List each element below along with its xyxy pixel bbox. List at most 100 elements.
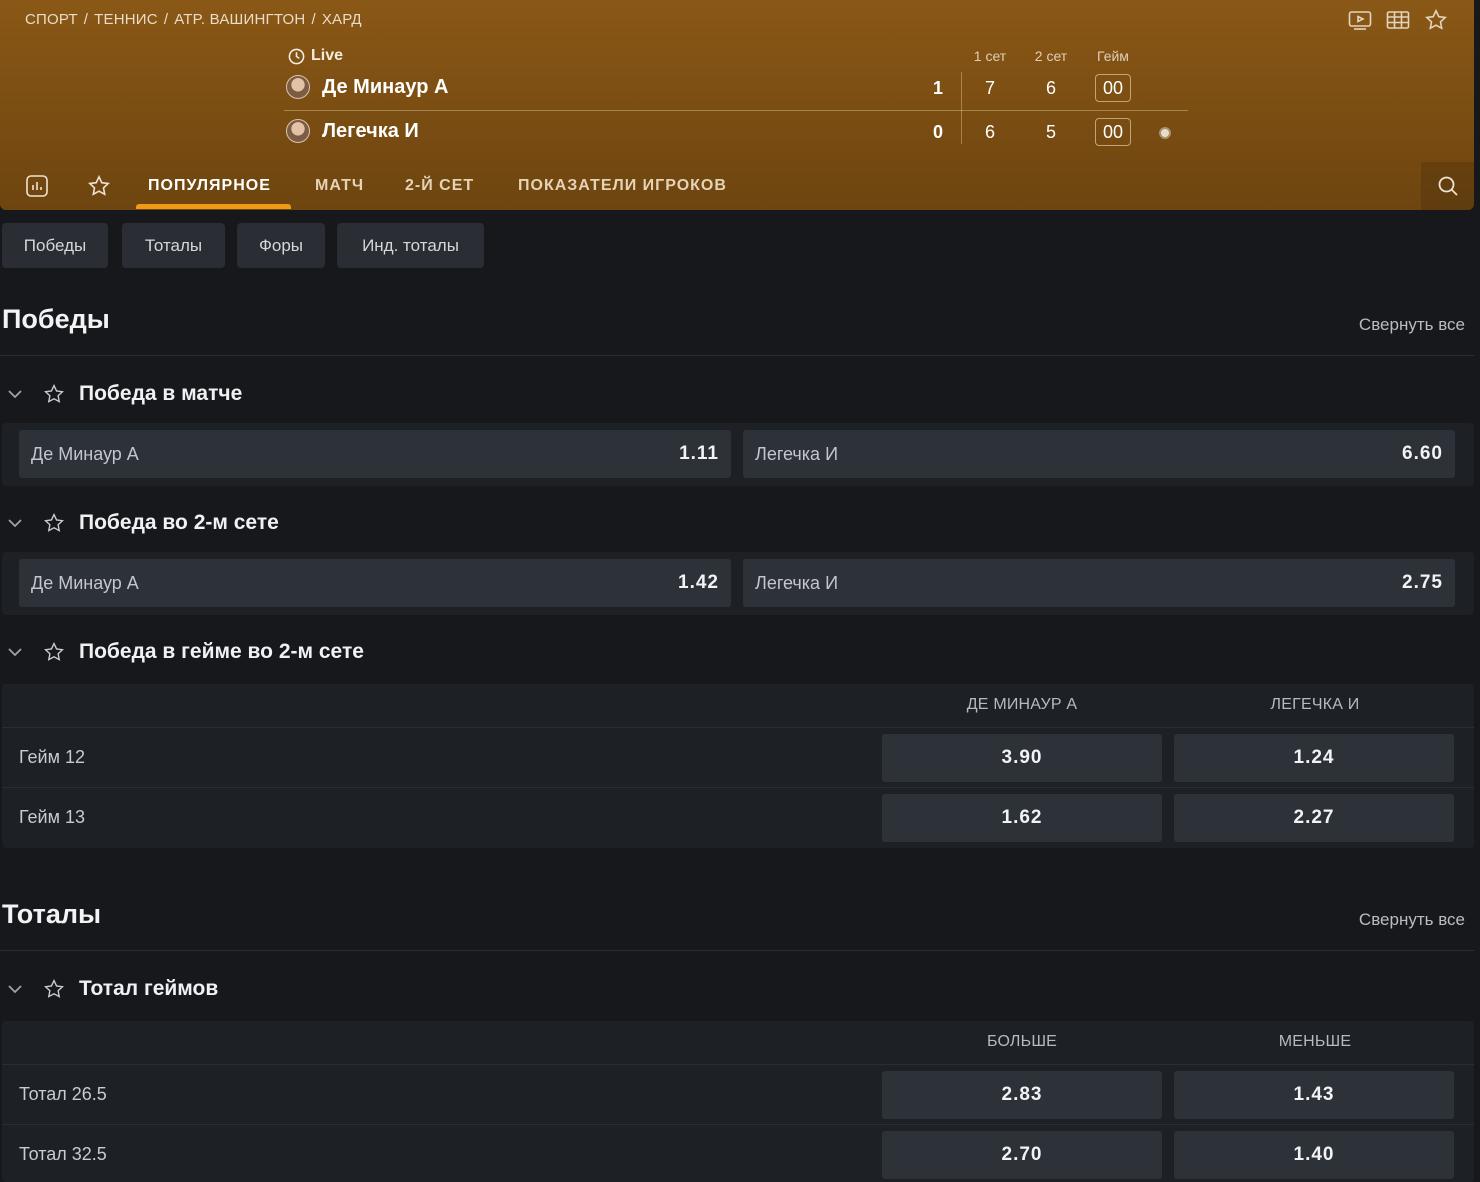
odd-button[interactable]: 1.62 [882,794,1162,842]
chevron-down-icon[interactable] [5,979,25,999]
row-label: Тотал 26.5 [19,1084,107,1104]
collapse-all-button[interactable]: Свернуть все [1359,315,1465,335]
market-header-match-winner[interactable]: Победа в матче [0,369,1474,419]
column-header: ДЕ МИНАУР А [966,696,1078,713]
breadcrumb-surface[interactable]: ХАРД [322,11,362,28]
star-icon[interactable] [43,978,65,1000]
live-status: Live [288,47,343,65]
row-label: Гейм 13 [19,807,86,827]
chevron-down-icon[interactable] [5,642,25,662]
odd-label: Легечка И [755,443,839,464]
video-icon[interactable] [1348,8,1372,32]
avatar [286,75,310,99]
chip-individual-totals[interactable]: Инд. тоталы [337,223,484,268]
search-icon [1438,176,1458,196]
breadcrumb-tournament[interactable]: ATP. ВАШИНГТОН [174,11,305,28]
odd-label: Легечка И [755,572,839,593]
odd-label: Де Минаур А [31,443,139,464]
chip-wins[interactable]: Победы [2,223,108,268]
chip-totals[interactable]: Тоталы [122,223,225,268]
odd-button-de-minaur[interactable]: Де Минаур А 1.42 [19,559,731,607]
breadcrumb-tennis[interactable]: ТЕННИС [94,11,158,28]
odd-value: 1.42 [678,572,719,593]
active-tab-indicator [136,204,291,209]
odd-value: 1.11 [679,443,719,464]
section-divider [0,950,1474,951]
odd-value: 6.60 [1402,443,1443,464]
search-button[interactable] [1421,162,1474,210]
chevron-down-icon[interactable] [5,513,25,533]
player-name: Де Минаур А [322,75,449,98]
odd-button-legecka[interactable]: Легечка И 6.60 [743,430,1455,478]
sets-won: 0 [932,122,943,142]
tab-match[interactable]: МАТЧ [315,162,364,210]
tab-popular[interactable]: ПОПУЛЯРНОЕ [148,162,271,210]
odd-button-de-minaur[interactable]: Де Минаур А 1.11 [19,430,731,478]
row-label: Гейм 12 [19,747,86,767]
odd-button[interactable]: 1.24 [1174,734,1454,782]
game-score: 00 [1095,118,1131,146]
row-divider [2,1064,1474,1065]
row-divider [2,1124,1474,1125]
market-header-set2-winner[interactable]: Победа во 2-м сете [0,498,1474,548]
favorite-star-icon[interactable] [1424,8,1448,32]
section-title-wins: Победы [2,304,110,334]
live-label: Live [311,47,344,64]
divider [961,72,962,144]
tab-set2[interactable]: 2-Й СЕТ [405,162,474,210]
odd-label: Де Минаур А [31,572,139,593]
section-divider [0,355,1474,356]
player-row-1: Де Минаур А [286,75,448,99]
scoreboard-icon[interactable] [1386,8,1410,32]
market-panel: Де Минаур А 1.42 Легечка И 2.75 [2,552,1474,615]
odd-value: 2.75 [1402,572,1443,593]
odd-button[interactable]: 1.43 [1174,1071,1454,1119]
col-head-game: Гейм [1097,48,1129,64]
odd-button-legecka[interactable]: Легечка И 2.75 [743,559,1455,607]
collapse-all-button[interactable]: Свернуть все [1359,910,1465,930]
set1-score: 7 [984,78,995,98]
odd-button[interactable]: 2.83 [882,1071,1162,1119]
row-label: Тотал 32.5 [19,1144,107,1164]
set2-score: 5 [1045,122,1056,142]
player-name: Легечка И [322,119,419,142]
event-header: СПОРТ / ТЕННИС / ATP. ВАШИНГТОН / ХАРД Live 1 … [0,0,1474,210]
market-panel: Де Минаур А 1.11 Легечка И 6.60 [2,423,1474,486]
market-title: Тотал геймов [79,977,219,1000]
market-header-game-winner[interactable]: Победа в гейме во 2-м сете [0,627,1474,677]
market-title: Победа во 2-м сете [79,511,279,534]
odd-button[interactable]: 2.70 [882,1131,1162,1179]
column-header: ЛЕГЕЧКА И [1270,696,1360,713]
sets-won: 1 [932,78,943,98]
market-title: Победа в гейме во 2-м сете [79,640,364,663]
column-header: БОЛЬШЕ [986,1033,1058,1050]
row-divider [2,727,1474,728]
chip-handicaps[interactable]: Форы [237,223,325,268]
serve-indicator [1159,127,1171,139]
game-score: 00 [1095,74,1131,102]
col-head-set2: 2 сет [1034,48,1068,64]
star-icon[interactable] [43,512,65,534]
breadcrumb-sport[interactable]: СПОРТ [25,11,78,28]
market-header-total-games[interactable]: Тотал геймов [0,964,1474,1014]
header-icons [1348,8,1448,32]
clock-icon [288,48,305,64]
favorites-star-icon[interactable] [87,174,111,198]
star-icon[interactable] [43,383,65,405]
breadcrumb: СПОРТ / ТЕННИС / ATP. ВАШИНГТОН / ХАРД [25,11,362,28]
market-tabs: ПОПУЛЯРНОЕ МАТЧ 2-Й СЕТ ПОКАЗАТЕЛИ ИГРОК… [0,162,1474,210]
avatar [286,119,310,143]
divider [284,110,1188,111]
set1-score: 6 [984,122,995,142]
stats-icon[interactable] [25,174,49,198]
star-icon[interactable] [43,641,65,663]
col-head-set1: 1 сет [973,48,1007,64]
player-row-2: Легечка И [286,119,419,143]
chevron-down-icon[interactable] [5,384,25,404]
set2-score: 6 [1045,78,1056,98]
odd-button[interactable]: 3.90 [882,734,1162,782]
tab-player-stats[interactable]: ПОКАЗАТЕЛИ ИГРОКОВ [518,162,727,210]
row-divider [2,787,1474,788]
odd-button[interactable]: 1.40 [1174,1131,1454,1179]
odd-button[interactable]: 2.27 [1174,794,1454,842]
